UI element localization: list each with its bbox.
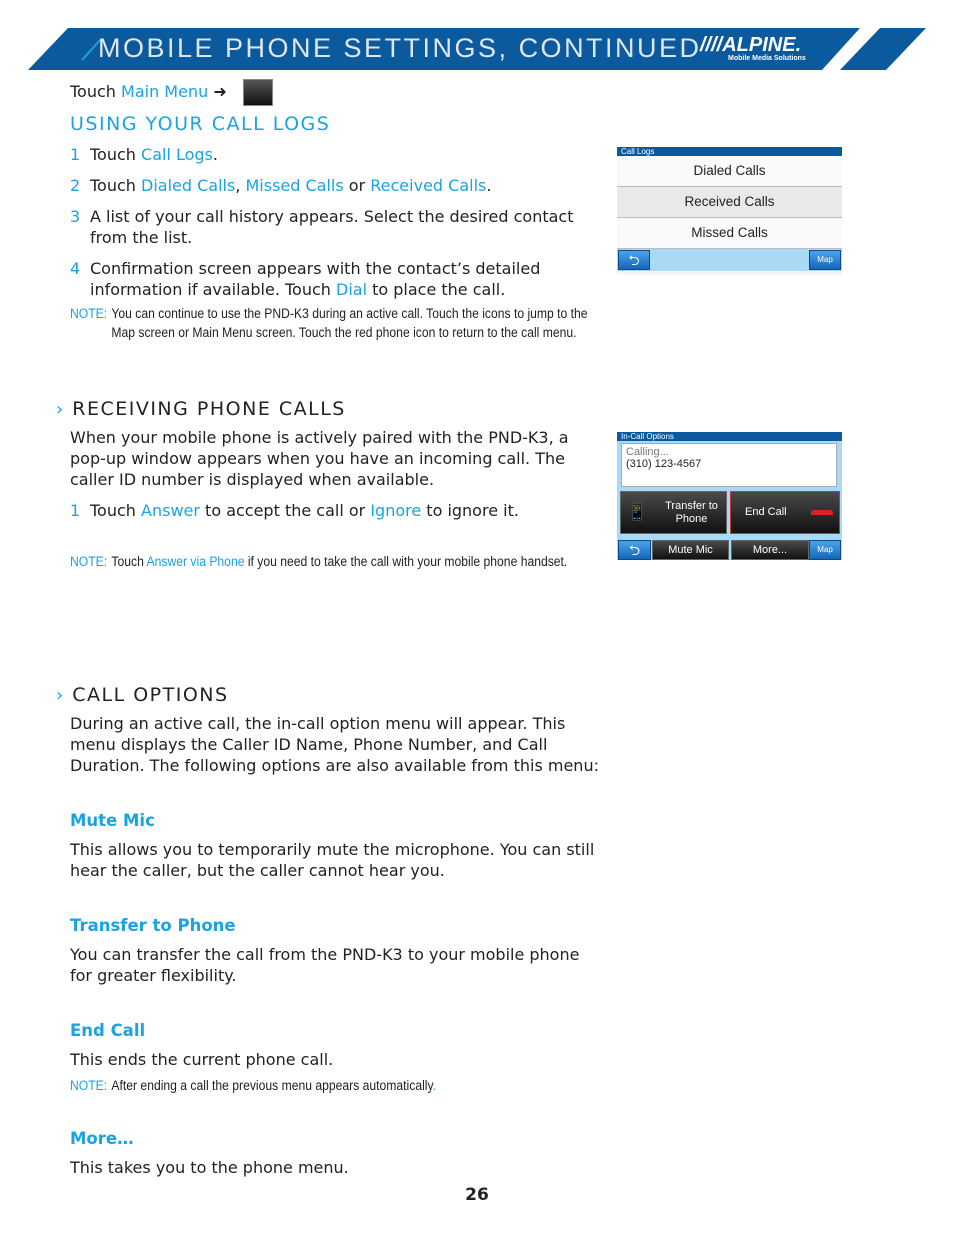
call-logs-steps: 1 Touch Call Logs. 2 Touch Dialed Calls, M… (70, 144, 610, 300)
t: . (486, 176, 492, 195)
transfer-title: Transfer to Phone (70, 916, 236, 935)
receiving-body: When your mobile phone is actively paire… (70, 428, 569, 489)
screen-title: Call Logs (617, 147, 842, 156)
note-label: NOTE: (70, 554, 108, 569)
back-icon[interactable]: ⮌ (618, 540, 651, 560)
arrow-icon: ➜ (213, 82, 227, 101)
t: if you need to take the call with your m… (244, 554, 568, 569)
end-call-button[interactable]: End Call (730, 491, 840, 534)
step-number: 2 (70, 176, 81, 195)
answer-link: Answer (141, 501, 200, 520)
received-calls-item[interactable]: Received Calls (617, 187, 842, 218)
note-text: After ending a call the previous menu ap… (111, 1078, 433, 1093)
page-number: 26 (465, 1185, 489, 1205)
note-label: NOTE: (70, 306, 108, 321)
step-4: 4 Confirmation screen appears with the co… (70, 258, 610, 300)
dial-link: Dial (336, 280, 368, 299)
phone-transfer-icon: 📱 (627, 504, 647, 521)
step-1: 1 Touch Call Logs. (70, 144, 610, 165)
nav-instruction: Touch Main Menu ➜ (70, 81, 227, 102)
t: Touch (111, 554, 147, 569)
mute-mic-button[interactable]: Mute Mic (652, 540, 729, 560)
step-number: 1 (70, 145, 81, 164)
transfer-to-phone-button[interactable]: 📱 Transfer to Phone (620, 491, 727, 534)
end-call-text: This ends the current phone call. (70, 1050, 334, 1069)
mute-mic-text: This allows you to temporarily mute the … (70, 840, 595, 880)
more-text: This takes you to the phone menu. (70, 1158, 349, 1177)
dialed-calls-item[interactable]: Dialed Calls (617, 156, 842, 187)
main-menu-link: Main Menu (121, 82, 209, 101)
t: to accept the call or (199, 501, 371, 520)
step-2: 2 Touch Dialed Calls, Missed Calls or Rec… (70, 175, 610, 196)
t: A list of your call history appears. Sel… (90, 207, 574, 247)
answer-via-phone-link: Answer via Phone (146, 554, 245, 569)
back-icon[interactable]: ⮌ (618, 250, 650, 270)
heading-text: RECEIVING PHONE CALLS (72, 398, 346, 420)
step-3: 3 A list of your call history appears. Se… (70, 206, 610, 248)
call-logs-note: NOTE: You can continue to use the PND-K3 … (70, 304, 610, 342)
phone-number: (310) 123-4567 (626, 458, 702, 470)
call-options-heading: › CALL OPTIONS (56, 684, 229, 706)
logo-tagline: Mobile Media Solutions (728, 55, 806, 62)
t: Touch (90, 145, 142, 164)
call-logs-screen: Call Logs Dialed Calls Received Calls Mi… (617, 147, 842, 275)
transfer-text: You can transfer the call from the PND-K… (70, 945, 580, 985)
more-button[interactable]: More... (731, 540, 809, 560)
phone-menu-icon (243, 79, 273, 106)
t: , (235, 176, 246, 195)
step-number: 1 (70, 501, 81, 520)
chevron-right-icon: › (56, 685, 65, 706)
received-link: Received Calls (370, 176, 487, 195)
page-title: MOBILE PHONE SETTINGS, CONTINUED (98, 33, 702, 63)
receiving-step: 1 Touch Answer to accept the call or Igno… (70, 500, 519, 521)
red-phone-icon (811, 510, 833, 515)
t: or (343, 176, 371, 195)
receiving-heading: › RECEIVING PHONE CALLS (56, 398, 346, 420)
call-logs-heading: USING YOUR CALL LOGS (70, 113, 331, 135)
step-number: 3 (70, 207, 81, 226)
screen-title: In-Call Options (617, 432, 842, 441)
note-text: You can continue to use the PND-K3 durin… (111, 306, 588, 340)
heading-text: CALL OPTIONS (72, 684, 229, 706)
note-end: . (432, 1078, 437, 1093)
receiving-note: NOTE: Touch Answer via Phone if you need … (70, 552, 574, 571)
call-options-body: During an active call, the in-call optio… (70, 714, 599, 775)
chevron-right-icon: › (56, 399, 65, 420)
missed-calls-item[interactable]: Missed Calls (617, 218, 842, 249)
screen-bottom-bar: ⮌ Map (617, 249, 842, 271)
t: to place the call. (367, 280, 506, 299)
ignore-link: Ignore (370, 501, 422, 520)
mute-mic-title: Mute Mic (70, 811, 155, 830)
call-status: Calling... (626, 446, 669, 458)
map-button[interactable]: Map (809, 250, 841, 270)
more-title: More… (70, 1129, 134, 1148)
end-call-note: NOTE: After ending a call the previous me… (70, 1076, 601, 1095)
note-label: NOTE: (70, 1078, 108, 1093)
step-number: 4 (70, 259, 81, 278)
in-call-screen: In-Call Options Calling... (310) 123-456… (617, 432, 842, 560)
t: . (212, 145, 218, 164)
label: End Call (745, 506, 787, 518)
alpine-logo: ////ALPINE. (700, 34, 802, 56)
label: Transfer to Phone (665, 500, 718, 525)
missed-link: Missed Calls (245, 176, 344, 195)
map-button[interactable]: Map (809, 540, 841, 560)
t: Touch (90, 501, 142, 520)
call-logs-link: Call Logs (141, 145, 213, 164)
t: Touch (90, 176, 142, 195)
end-call-title: End Call (70, 1021, 146, 1040)
dialed-link: Dialed Calls (141, 176, 236, 195)
t: to ignore it. (421, 501, 519, 520)
touch-text: Touch (70, 82, 116, 101)
